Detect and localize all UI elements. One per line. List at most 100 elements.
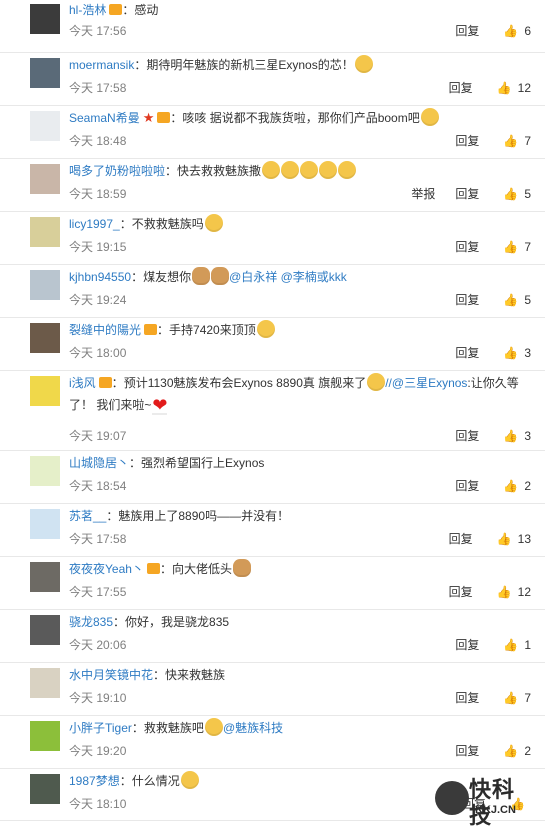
comment-time: 今天 19:24 xyxy=(69,293,127,307)
avatar[interactable] xyxy=(30,4,60,34)
colon-separator: ： xyxy=(111,376,124,390)
username-link[interactable]: SeamaN希曼 xyxy=(69,111,140,125)
avatar[interactable] xyxy=(30,164,60,194)
avatar[interactable] xyxy=(30,376,60,406)
comment-actions: 回复 👍 7 xyxy=(455,690,531,706)
thumb-up-icon[interactable]: 👍 xyxy=(503,133,518,149)
face-emoji-icon xyxy=(319,161,338,179)
username-link[interactable]: 裂缝中的陽光 xyxy=(69,323,141,337)
comment-time: 今天 19:10 xyxy=(69,691,127,705)
username-link[interactable]: 水中月笑镜中花 xyxy=(69,668,153,682)
thumb-up-icon[interactable]: 👍 xyxy=(503,743,518,759)
comment-actions: 回复 👍 5 xyxy=(455,292,531,308)
thumb-up-icon[interactable]: 👍 xyxy=(497,531,512,547)
comment-row: moermansik：期待明年魅族的新机三星Exynos的芯！ 今天 17:58 回… xyxy=(0,53,545,106)
comment-actions: 回复 👍 3 xyxy=(455,428,531,444)
comment-text: 期待明年魅族的新机三星Exynos的芯！ xyxy=(146,58,354,72)
mention-link[interactable]: //@三星Exynos xyxy=(385,376,467,390)
avatar[interactable] xyxy=(30,270,60,300)
comment-text: 向大佬低头 xyxy=(171,562,232,576)
star-icon: ★ xyxy=(142,110,155,125)
comment-row: 水中月笑镜中花：快来救魅族 今天 19:10 回复 👍 7 xyxy=(0,663,545,716)
colon-separator: ： xyxy=(119,774,132,788)
username-link[interactable]: i浅风 xyxy=(69,376,96,390)
like-count: 5 xyxy=(524,293,531,307)
comment-time: 今天 18:00 xyxy=(69,346,127,360)
thumb-up-icon[interactable]: 👍 xyxy=(503,292,518,308)
comment-line-2: 了！ 我们来啦~❤ xyxy=(69,395,531,415)
avatar[interactable] xyxy=(30,562,60,592)
comment-text: 预计1130魅族发布会Exynos 8890真 旗舰来了 xyxy=(123,376,367,390)
avatar[interactable] xyxy=(30,217,60,247)
avatar[interactable] xyxy=(30,774,60,804)
reply-button[interactable]: 回复 xyxy=(449,80,473,96)
reply-button[interactable]: 回复 xyxy=(455,186,479,202)
thumb-up-icon[interactable]: 👍 xyxy=(497,584,512,600)
comment-text: 救救魅族吧 xyxy=(143,721,204,735)
comment-actions: 回复 👍 12 xyxy=(449,584,531,600)
reply-button[interactable]: 回复 xyxy=(455,428,479,444)
username-link[interactable]: 喝多了奶粉啦啦啦 xyxy=(69,164,165,178)
face-emoji-icon xyxy=(420,108,439,126)
avatar[interactable] xyxy=(30,111,60,141)
username-link[interactable]: kjhbn94550 xyxy=(69,270,131,284)
dog-emoji-icon xyxy=(192,267,211,285)
dog-emoji-icon xyxy=(211,267,230,285)
mention-link[interactable]: @魅族科技 xyxy=(223,721,283,735)
face-emoji-icon xyxy=(256,320,275,338)
comment-text: 手持7420来顶顶 xyxy=(169,323,256,337)
reply-button[interactable]: 回复 xyxy=(455,478,479,494)
reply-button[interactable]: 回复 xyxy=(455,637,479,653)
reply-button[interactable]: 回复 xyxy=(449,584,473,600)
comment-row: 苏茗__：魅族用上了8890吗——并没有！ 今天 17:58 回复 👍 13 xyxy=(0,504,545,557)
avatar[interactable] xyxy=(30,668,60,698)
thumb-up-icon[interactable]: 👍 xyxy=(503,345,518,361)
username-link[interactable]: 山城隐居丶 xyxy=(69,456,129,470)
like-count: 6 xyxy=(524,24,531,38)
thumb-up-icon[interactable]: 👍 xyxy=(503,23,518,39)
reply-button[interactable]: 回复 xyxy=(455,292,479,308)
like-count: 5 xyxy=(524,187,531,201)
thumb-up-icon[interactable]: 👍 xyxy=(503,186,518,202)
face-emoji-icon xyxy=(281,161,300,179)
avatar[interactable] xyxy=(30,58,60,88)
watermark: 快科技 KKJ.CN xyxy=(435,777,537,828)
username-link[interactable]: moermansik xyxy=(69,58,134,72)
username-link[interactable]: 苏茗__ xyxy=(69,509,106,523)
thumb-up-icon[interactable]: 👍 xyxy=(497,80,512,96)
username-link[interactable]: 夜夜夜Yeah丶 xyxy=(69,562,144,576)
avatar[interactable] xyxy=(30,615,60,645)
username-link[interactable]: hl-浩林 xyxy=(69,3,106,17)
username-link[interactable]: 骁龙835 xyxy=(69,615,113,629)
colon-separator: ： xyxy=(122,3,135,17)
thumb-up-icon[interactable]: 👍 xyxy=(503,637,518,653)
thumb-up-icon[interactable]: 👍 xyxy=(503,690,518,706)
comment-text: 魅族用上了8890吗——并没有！ xyxy=(118,509,290,523)
like-count: 7 xyxy=(524,691,531,705)
reply-button[interactable]: 回复 xyxy=(455,345,479,361)
thumb-up-icon[interactable]: 👍 xyxy=(503,428,518,444)
face-emoji-icon xyxy=(204,718,223,736)
username-link[interactable]: 小胖子Tiger xyxy=(69,721,132,735)
avatar[interactable] xyxy=(30,456,60,486)
reply-button[interactable]: 回复 xyxy=(455,239,479,255)
avatar[interactable] xyxy=(30,721,60,751)
reply-button[interactable]: 回复 xyxy=(455,743,479,759)
username-link[interactable]: 1987梦想 xyxy=(69,774,120,788)
colon-separator: ： xyxy=(119,217,132,231)
username-link[interactable]: licy1997_ xyxy=(69,217,120,231)
report-button[interactable]: 举报 xyxy=(411,186,435,202)
reply-button[interactable]: 回复 xyxy=(455,690,479,706)
thumb-up-icon[interactable]: 👍 xyxy=(503,239,518,255)
reply-button[interactable]: 回复 xyxy=(449,531,473,547)
mention-link[interactable]: @白永祥 @李楠或kkk xyxy=(229,270,347,284)
comment-row: kjhbn94550：煤友想你 @白永祥 @李楠或kkk 今天 19:24 回复 👍 5 xyxy=(0,265,545,318)
reply-button[interactable]: 回复 xyxy=(455,133,479,149)
colon-separator: ： xyxy=(157,323,170,337)
avatar[interactable] xyxy=(30,509,60,539)
comment-line: 喝多了奶粉啦啦啦：快去救救魅族撒 xyxy=(69,161,531,181)
avatar[interactable] xyxy=(30,323,60,353)
reply-button[interactable]: 回复 xyxy=(455,23,479,39)
thumb-up-icon[interactable]: 👍 xyxy=(503,478,518,494)
colon-separator: ： xyxy=(106,509,119,523)
